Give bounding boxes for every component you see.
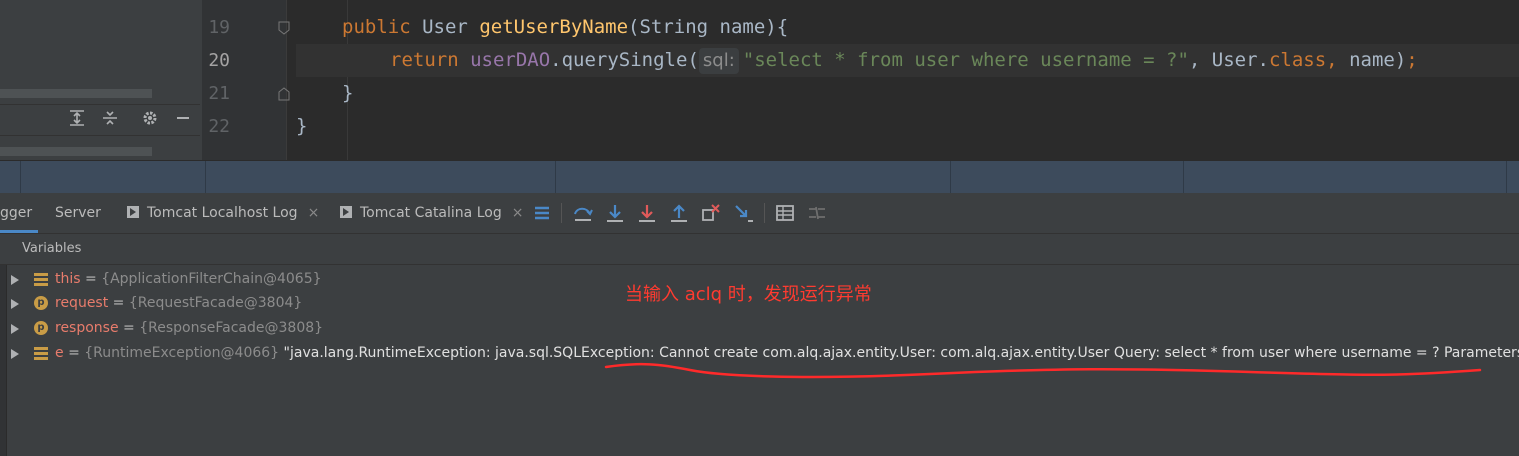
step-out-icon[interactable] (668, 202, 690, 224)
divider (1506, 161, 1507, 194)
minimize-icon[interactable] (172, 109, 194, 131)
console-icon (127, 206, 139, 218)
evaluate-expression-icon[interactable] (774, 202, 796, 224)
divider (1183, 161, 1184, 194)
parameter-icon: p (34, 296, 48, 310)
method-call: .querySingle( (550, 49, 699, 71)
annotation-text: 当输入 aclq 时，发现运行异常 (625, 284, 872, 305)
divider (764, 203, 765, 223)
method-name: getUserByName (479, 16, 629, 38)
expand-arrow-icon[interactable] (11, 349, 19, 359)
divider (561, 203, 562, 223)
variable-equals: = (118, 320, 140, 336)
variable-name: request (55, 295, 109, 311)
expand-arrow-icon[interactable] (11, 299, 19, 309)
string-literal: "select * from user where username = ?" (742, 49, 1189, 71)
variable-equals: = (108, 295, 129, 311)
variable-type: {RequestFacade@3804} (128, 295, 303, 311)
variable-type: {ApplicationFilterChain@4065} (101, 271, 322, 287)
expand-arrow-icon[interactable] (11, 275, 19, 285)
step-into-icon[interactable] (604, 202, 626, 224)
annotation-underline (604, 362, 1482, 379)
variable-name: response (55, 320, 119, 336)
trace-current-stream-icon[interactable] (806, 202, 828, 224)
variables-header: Variables (0, 234, 1519, 265)
parameter-hint: sql: (698, 48, 739, 74)
divider (205, 161, 206, 194)
run-to-cursor-icon[interactable] (733, 202, 755, 224)
variable-type: {ResponseFacade@3808} (139, 320, 324, 336)
show-execution-point-icon[interactable] (531, 202, 553, 224)
tab-label: Tomcat Catalina Log (360, 205, 502, 221)
code-line-21[interactable]: } (296, 77, 1519, 110)
divider (20, 161, 21, 194)
code-editor[interactable]: 19 20 21 22 public User getUserByName(St… (202, 0, 1519, 160)
expand-arrow-icon[interactable] (11, 324, 19, 334)
variables-title: Variables (22, 241, 82, 256)
horizontal-scrollbar-2[interactable] (0, 147, 152, 156)
line-number: 22 (208, 116, 230, 137)
code-text: , User. (1188, 49, 1269, 71)
frames-strip (0, 234, 7, 456)
tab-tomcat-localhost-log[interactable]: Tomcat Localhost Log × (127, 193, 319, 233)
line-number-gutter: 19 20 21 22 (202, 0, 290, 160)
expand-all-icon[interactable] (66, 109, 88, 131)
keyword: class (1268, 49, 1327, 71)
keyword: return (390, 49, 459, 71)
tool-window-header (0, 160, 1519, 194)
gear-icon[interactable] (139, 109, 161, 131)
keyword: public (342, 16, 411, 38)
line-number: 21 (208, 83, 230, 104)
variable-name: this (55, 271, 81, 287)
code-text: name) (1337, 49, 1407, 71)
parameter-icon: p (34, 321, 48, 335)
line-number: 19 (208, 17, 230, 38)
horizontal-scrollbar[interactable] (0, 89, 152, 98)
code-line-20[interactable]: return userDAO.querySingle(sql: "select *… (296, 44, 1519, 77)
close-icon[interactable]: × (308, 205, 320, 221)
variable-name: e (55, 345, 64, 361)
variable-type: {RuntimeException@4066} (84, 345, 280, 361)
divider (950, 161, 951, 194)
code-text: } (342, 82, 354, 104)
tab-server[interactable]: Server (55, 193, 101, 233)
field-ref: userDAO (470, 49, 551, 71)
code-line-19[interactable]: public User getUserByName(String name){ (296, 11, 1519, 44)
code-text: } (296, 115, 308, 137)
variable-equals: = (63, 345, 85, 361)
line-number: 20 (208, 50, 230, 71)
return-type: User (422, 16, 468, 38)
tab-label: Tomcat Localhost Log (147, 205, 298, 221)
tab-tomcat-catalina-log[interactable]: Tomcat Catalina Log × (340, 193, 523, 233)
tab-label: Server (55, 205, 101, 221)
debug-tabs-bar: gger Server Tomcat Localhost Log × Tomcat… (0, 193, 1519, 234)
variable-equals: = (80, 271, 102, 287)
fold-end-marker-icon[interactable] (278, 87, 290, 101)
tab-label: gger (0, 205, 33, 221)
field-icon (34, 346, 48, 360)
project-pane (0, 0, 200, 160)
field-icon (34, 272, 48, 286)
console-icon (340, 206, 352, 218)
code-text: , (1326, 49, 1338, 71)
divider (555, 161, 556, 194)
code-text: ; (1406, 49, 1418, 71)
collapse-all-icon[interactable] (99, 109, 121, 131)
tab-debugger[interactable]: gger (0, 193, 38, 233)
code-line-22[interactable]: } (296, 110, 1519, 143)
close-icon[interactable]: × (512, 205, 524, 221)
project-toolbar (0, 104, 200, 136)
step-over-icon[interactable] (572, 202, 594, 224)
force-step-into-icon[interactable] (636, 202, 658, 224)
fold-marker-icon[interactable] (278, 21, 290, 35)
drop-frame-icon[interactable] (700, 202, 722, 224)
method-params: (String name){ (628, 16, 789, 38)
